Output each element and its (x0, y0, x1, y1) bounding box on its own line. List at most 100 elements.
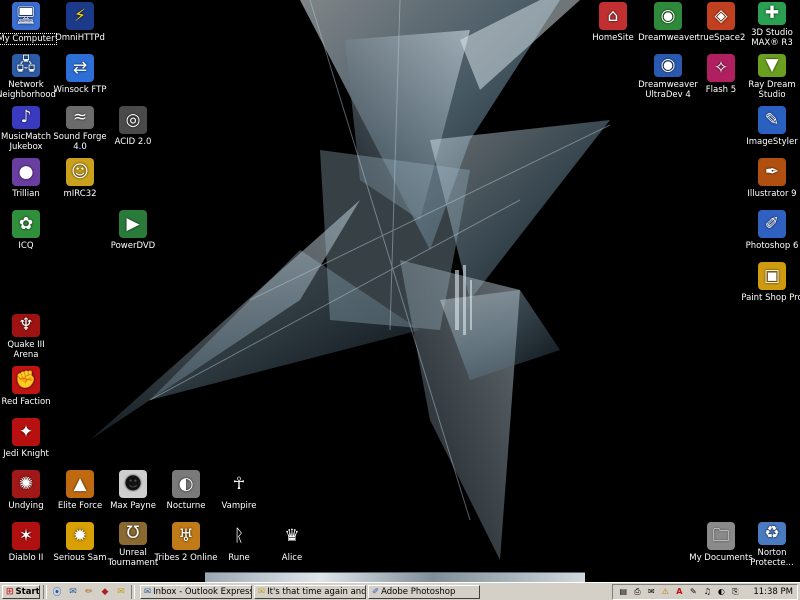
illustrator9-desktop-icon[interactable]: ✒ Illustrator 9 (737, 158, 800, 204)
desktop-icon-label: Paint Shop Pro (741, 293, 800, 303)
truespace-icon: ◈ (707, 2, 735, 30)
omnihttpd-icon: ⚡ (66, 2, 94, 30)
powerdvd-desktop-icon[interactable]: ▶ PowerDVD (98, 210, 168, 256)
desktop-icon-label: Undying (8, 501, 44, 511)
network-tray-icon[interactable]: ▤ (617, 586, 629, 598)
desktop-icon-label: Vampire (221, 501, 257, 511)
photoshop-task-icon: ✐ (372, 586, 380, 597)
desktop-icon-label: Diablo II (8, 553, 44, 563)
desktop-icon-label: Max Payne (110, 501, 156, 511)
omnihttpd-desktop-icon[interactable]: ⚡ OmniHTTPd (45, 2, 115, 48)
task-label: It's that time again and fo... (267, 586, 366, 597)
desktop-icon-label: 3D Studio MAX® R3 (751, 28, 793, 48)
imagestyler-icon: ✎ (758, 106, 786, 134)
outlook-quick-launch-icon[interactable]: ✉ (66, 585, 80, 599)
my-documents-icon: 🗀 (707, 522, 735, 550)
desktop-icon-label: Elite Force (57, 501, 103, 511)
quake3-desktop-icon[interactable]: ♆ Quake III Arena (0, 314, 61, 360)
quake-icon: ♆ (12, 314, 40, 337)
jedi-knight-icon: ✦ (12, 418, 40, 446)
photoshop6-desktop-icon[interactable]: ✐ Photoshop 6 (737, 210, 800, 256)
task-label: Adobe Photoshop (381, 586, 456, 597)
volume-tray-icon[interactable]: ♫ (701, 586, 713, 598)
desktop-icon-label: Red Faction (1, 397, 51, 407)
photoshop-icon: ✐ (758, 210, 786, 238)
rune-icon: ᚱ (233, 525, 245, 546)
unreal-icon: Ʊ (119, 522, 147, 545)
task-adobe-photoshop[interactable]: ✐ Adobe Photoshop (368, 584, 480, 599)
paint-shop-pro-desktop-icon[interactable]: ▣ Paint Shop Pro (737, 262, 800, 308)
icq-desktop-icon[interactable]: ✿ ICQ (0, 210, 61, 256)
desktop-icon-label: HomeSite (592, 33, 634, 43)
desktop-icon-label: ACID 2.0 (114, 137, 152, 147)
mirc32-desktop-icon[interactable]: ☺ mIRC32 (45, 158, 115, 204)
mail-quick-launch-icon[interactable]: ✉ (114, 585, 128, 599)
desktop[interactable]: 🖥 My Computer ⚡ OmniHTTPd 🖧 Network Neig… (0, 0, 800, 582)
app-quick-launch-icon[interactable]: ◆ (98, 585, 112, 599)
clock[interactable]: 11:38 PM (753, 587, 793, 597)
ray-dream-studio-desktop-icon[interactable]: ▼ Ray Dream Studio (737, 54, 800, 100)
start-button[interactable]: ⊞ Start (2, 584, 40, 599)
ie-quick-launch-icon[interactable]: ⦿ (50, 585, 64, 599)
winsock-ftp-desktop-icon[interactable]: ⇄ Winsock FTP (45, 54, 115, 100)
jedi-knight-desktop-icon[interactable]: ✦ Jedi Knight (0, 418, 61, 464)
task-outlook-inbox[interactable]: ✉ Inbox - Outlook Express (140, 584, 252, 599)
alice-icon: ♛ (284, 525, 300, 546)
desktop-icon-label: Alice (281, 553, 303, 563)
sound-forge-icon: ≈ (66, 106, 94, 129)
quick-launch: ⦿ ✉ ✏ ◆ ✉ (50, 585, 128, 599)
windows-logo-icon: ⊞ (6, 586, 14, 597)
desktop-icon-label: Winsock FTP (53, 85, 107, 95)
red-faction-icon: ✊ (12, 366, 40, 394)
my-computer-icon: 🖥 (12, 2, 40, 30)
task-email-message[interactable]: ✉ It's that time again and fo... (254, 584, 366, 599)
alice-desktop-icon[interactable]: ♛ Alice (257, 522, 327, 568)
desktop-icon-label: Rune (228, 553, 250, 563)
undying-icon: ✺ (12, 470, 40, 498)
winsock-ftp-icon: ⇄ (66, 54, 94, 82)
ray-dream-icon: ▼ (758, 54, 786, 77)
red-faction-desktop-icon[interactable]: ✊ Red Faction (0, 366, 61, 412)
acid-icon: ◎ (119, 106, 147, 134)
taskbar-separator (43, 584, 47, 599)
mail-tray-icon[interactable]: ✉ (645, 586, 657, 598)
desktop-icon-label: mIRC32 (63, 189, 97, 199)
vampire-icon: ☥ (232, 473, 246, 494)
desktop-icon-label: Nocturne (166, 501, 206, 511)
display-tray-icon[interactable]: ◐ (715, 586, 727, 598)
editor-quick-launch-icon[interactable]: ✏ (82, 585, 96, 599)
nocturne-icon: ◐ (172, 470, 200, 498)
outlook-task-icon: ✉ (144, 586, 152, 597)
desktop-icon-label: ImageStyler (746, 137, 798, 147)
vampire-desktop-icon[interactable]: ☥ Vampire (204, 470, 274, 516)
desktop-icon-label: ICQ (18, 241, 34, 251)
network-neighborhood-icon: 🖧 (12, 54, 40, 77)
desktop-icon-label: Norton Protecte... (750, 548, 794, 568)
desktop-icon-label: Quake III Arena (7, 340, 45, 360)
powerdvd-icon: ▶ (119, 210, 147, 238)
dreamweaver-icon: ◉ (654, 2, 682, 30)
taskbar: ⊞ Start ⦿ ✉ ✏ ◆ ✉ ✉ Inbox - Outlook Expr… (0, 582, 800, 600)
pen-tray-icon[interactable]: ✎ (687, 586, 699, 598)
paint-shop-pro-icon: ▣ (758, 262, 786, 290)
email-task-icon: ✉ (258, 586, 266, 597)
flash-icon: ✧ (707, 54, 735, 82)
imagestyler-desktop-icon[interactable]: ✎ ImageStyler (737, 106, 800, 152)
device-tray-icon[interactable]: ⎘ (729, 586, 741, 598)
system-tray: ▤ ⎙ ✉ ⚠ A ✎ ♫ ◐ ⎘ 11:38 PM (612, 583, 798, 600)
trillian-icon: ● (12, 158, 40, 186)
adobe-tray-icon[interactable]: A (673, 586, 685, 598)
tribes-icon: ♅ (172, 522, 200, 550)
3d-studio-max-desktop-icon[interactable]: ✚ 3D Studio MAX® R3 (737, 2, 800, 48)
printer-tray-icon[interactable]: ⎙ (631, 586, 643, 598)
desktop-icon-label: Jedi Knight (3, 449, 49, 459)
musicmatch-icon: ♪ (12, 106, 40, 129)
desktop-icon-label: Illustrator 9 (747, 189, 797, 199)
norton-protected-desktop-icon[interactable]: ♻ Norton Protecte... (737, 522, 800, 568)
acid-desktop-icon[interactable]: ◎ ACID 2.0 (98, 106, 168, 152)
warning-tray-icon[interactable]: ⚠ (659, 586, 671, 598)
3d-studio-max-icon: ✚ (758, 2, 786, 25)
desktop-icon-label: Ray Dream Studio (748, 80, 796, 100)
icq-icon: ✿ (12, 210, 40, 238)
norton-recycle-icon: ♻ (758, 522, 786, 545)
